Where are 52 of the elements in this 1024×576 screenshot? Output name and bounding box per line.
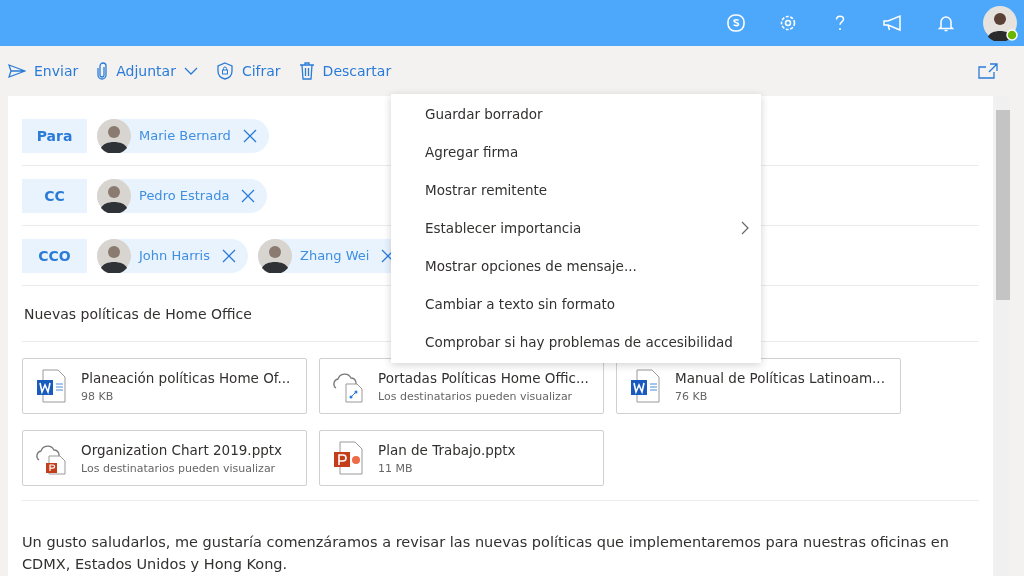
recipient-field-button[interactable]: CCO [22, 238, 87, 273]
attachment-card[interactable]: Organization Chart 2019.pptx Los destinatarios pueden visualizar [22, 430, 307, 486]
recipient-field-button[interactable]: CC [22, 178, 87, 213]
bell-icon[interactable] [936, 13, 956, 33]
recipient-name: Marie Bernard [139, 128, 231, 143]
recipient-name: John Harris [139, 248, 210, 263]
settings-icon[interactable] [778, 13, 798, 33]
menu-item[interactable]: Agregar firma [391, 133, 761, 171]
close-icon[interactable] [241, 188, 256, 203]
word-file-icon [35, 368, 67, 404]
close-icon[interactable] [222, 248, 236, 263]
attachment-detail: 76 KB [675, 389, 709, 403]
avatar-icon [258, 238, 292, 273]
attachment-name: Manual de Políticas Latinoam... [675, 369, 885, 386]
avatar-icon [97, 118, 131, 153]
word-file-icon [629, 368, 661, 404]
attachment-name: Organization Chart 2019.pptx [81, 441, 283, 458]
send-button[interactable]: Enviar [8, 63, 79, 79]
attachment-detail: 98 KB [81, 389, 115, 403]
chevron-down-icon [183, 67, 198, 75]
encrypt-button[interactable]: Cifrar [215, 62, 281, 80]
attachment-card[interactable]: Planeación políticas Home Of... 98 KB [22, 358, 307, 414]
menu-item[interactable]: Cambiar a texto sin formato [391, 285, 761, 323]
close-icon[interactable] [242, 128, 257, 143]
attachment-detail: 11 MB [378, 461, 414, 475]
popout-icon[interactable] [978, 63, 998, 79]
attachment-name: Portadas Políticas Home Offic... [378, 369, 589, 386]
recipient-name: Pedro Estrada [139, 188, 230, 203]
paperclip-icon [96, 62, 109, 80]
trash-icon [298, 62, 315, 80]
shield-lock-icon [215, 62, 234, 80]
recipient-name: Zhang Wei [300, 248, 370, 263]
profile-avatar[interactable] [982, 5, 1018, 41]
attachment-detail: Los destinatarios pueden visualizar [378, 389, 574, 403]
attachment-name: Plan de Trabajo.pptx [378, 441, 516, 458]
avatar-icon [97, 238, 131, 273]
attachment-card[interactable]: Plan de Trabajo.pptx 11 MB [319, 430, 604, 486]
recipient-field-button[interactable]: Para [22, 118, 87, 153]
chevron-right-icon [741, 221, 749, 235]
discard-button[interactable]: Descartar [298, 62, 392, 80]
menu-item[interactable]: Mostrar remitente [391, 171, 761, 209]
attachment-detail: Los destinatarios pueden visualizar [81, 461, 277, 475]
menu-item[interactable]: Guardar borrador [391, 95, 761, 133]
attachment-name: Planeación políticas Home Of... [81, 369, 291, 386]
powerpoint-file-icon [332, 440, 364, 476]
megaphone-icon[interactable] [882, 13, 904, 33]
message-body: Un gusto saludarlos, me gustaría comenzáramos a revisar las nuevas políticas que implementaremos para nuestras oficinas en CDMX, Estados Unidos y Hong Kong. [22, 533, 950, 574]
avatar-icon [97, 178, 131, 213]
skype-icon[interactable] [726, 13, 746, 33]
send-icon [8, 63, 26, 79]
menu-item[interactable]: Comprobar si hay problemas de accesibilidad [391, 323, 761, 361]
attach-button[interactable]: Adjuntar [96, 62, 198, 80]
